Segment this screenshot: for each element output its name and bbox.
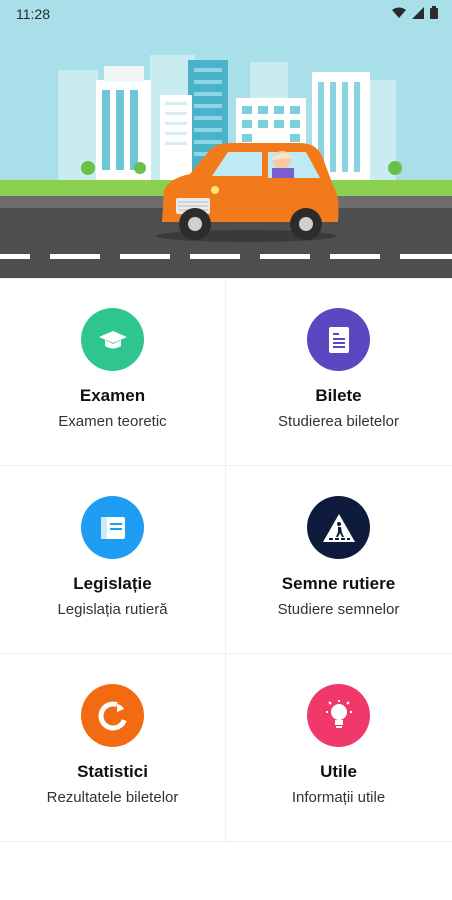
wifi-icon bbox=[392, 7, 406, 18]
hero-banner: 11:28 bbox=[0, 0, 452, 278]
book-icon bbox=[81, 496, 144, 559]
menu-card-title: Statistici bbox=[77, 762, 148, 781]
menu-card-subtitle: Rezultatele biletelor bbox=[46, 789, 179, 806]
menu-card-subtitle: Examen teoretic bbox=[58, 413, 167, 430]
menu-card-subtitle: Informații utile bbox=[291, 789, 386, 806]
pedestrian-crossing-sign-icon bbox=[307, 496, 370, 559]
city-car-illustration bbox=[0, 55, 452, 278]
menu-card-title: Bilete bbox=[315, 386, 362, 405]
menu-card-subtitle: Studierea biletelor bbox=[278, 413, 399, 430]
lightbulb-icon bbox=[307, 684, 370, 747]
menu-card-bilete[interactable]: Bilete Studierea biletelor bbox=[226, 278, 451, 465]
menu-card-utile[interactable]: Utile Informații utile bbox=[226, 654, 451, 841]
status-bar: 11:28 bbox=[0, 0, 452, 28]
signal-icon bbox=[412, 6, 424, 19]
menu-card-statistici[interactable]: Statistici Rezultatele biletelor bbox=[0, 654, 225, 841]
menu-card-examen[interactable]: Examen Examen teoretic bbox=[0, 278, 225, 465]
menu-card-subtitle: Legislația rutieră bbox=[57, 601, 168, 618]
menu-card-title: Examen bbox=[79, 386, 146, 405]
battery-icon bbox=[430, 6, 438, 19]
menu-card-title: Semne rutiere bbox=[281, 574, 396, 593]
status-time: 11:28 bbox=[16, 6, 50, 22]
menu-card-subtitle: Studiere semnelor bbox=[277, 601, 400, 618]
pie-chart-icon bbox=[81, 684, 144, 747]
menu-card-semne-rutiere[interactable]: Semne rutiere Studiere semnelor bbox=[226, 466, 451, 653]
graduation-cap-icon bbox=[81, 308, 144, 371]
document-icon bbox=[307, 308, 370, 371]
menu-card-legislatie[interactable]: Legislație Legislația rutieră bbox=[0, 466, 225, 653]
menu-card-title: Legislație bbox=[73, 574, 152, 593]
grid-divider-row3 bbox=[0, 841, 452, 842]
menu-card-title: Utile bbox=[320, 762, 357, 781]
